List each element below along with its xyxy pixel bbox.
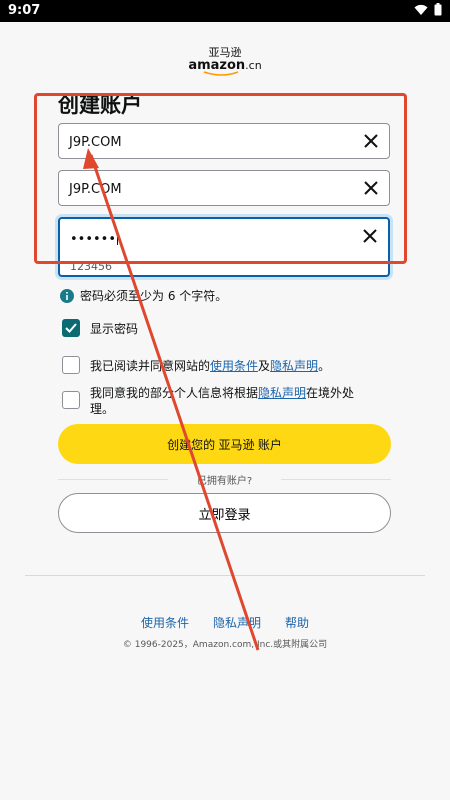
agree-transfer-row[interactable]: 我同意我的部分个人信息将根据隐私声明在境外处理。 <box>62 385 372 417</box>
footer-privacy-link[interactable]: 隐私声明 <box>213 616 261 630</box>
password-field[interactable]: •••••• 123456 <box>58 217 390 277</box>
sign-up-page: 亚马逊 amazon.cn 创建账户 J9P.COM J9P.COM •••••… <box>0 22 450 800</box>
footer-terms-link[interactable]: 使用条件 <box>141 616 189 630</box>
privacy-link[interactable]: 隐私声明 <box>258 386 306 400</box>
password-plain-text: 123456 <box>70 260 112 273</box>
divider-line-right <box>281 479 391 480</box>
password-masked: •••••• <box>70 232 117 247</box>
copyright: © 1996-2025，Amazon.com, Inc.或其附属公司 <box>122 640 328 650</box>
agree-transfer-label: 我同意我的部分个人信息将根据隐私声明在境外处理。 <box>90 385 372 417</box>
agree-terms-mid: 及 <box>258 359 271 373</box>
sign-in-button[interactable]: 立即登录 <box>58 493 391 533</box>
agree-terms-checkbox[interactable] <box>62 356 80 374</box>
password-info: 密码必须至少为 6 个字符。 <box>60 287 227 304</box>
agree-terms-label: 我已阅读并同意网站的使用条件及隐私声明。 <box>90 356 330 374</box>
check-icon <box>65 323 77 333</box>
amazon-logo: 亚马逊 amazon.cn <box>185 46 265 76</box>
footer-links: 使用条件 隐私声明 帮助 <box>0 614 450 631</box>
status-time: 9:07 <box>8 3 41 18</box>
status-bar: 9:07 <box>0 0 450 22</box>
agree-transfer-prefix: 我同意我的部分个人信息将根据 <box>90 386 259 400</box>
footer-divider <box>25 575 425 576</box>
name-field-value[interactable]: J9P.COM <box>69 135 122 150</box>
password-info-text: 密码必须至少为 6 个字符。 <box>80 289 228 303</box>
info-icon <box>60 288 74 303</box>
terms-link[interactable]: 使用条件 <box>210 359 258 373</box>
agree-transfer-checkbox[interactable] <box>62 391 80 409</box>
logo-suffix: .cn <box>245 59 262 72</box>
logo-smile-icon <box>203 71 239 76</box>
clear-icon[interactable] <box>361 178 381 198</box>
email-field[interactable]: J9P.COM <box>58 170 390 206</box>
battery-icon <box>434 3 442 16</box>
email-field-value[interactable]: J9P.COM <box>69 182 122 197</box>
show-password-row[interactable]: 显示密码 <box>62 319 138 337</box>
privacy-link[interactable]: 隐私声明 <box>270 359 318 373</box>
name-field[interactable]: J9P.COM <box>58 123 390 159</box>
agree-terms-suffix: 。 <box>318 359 331 373</box>
page-title: 创建账户 <box>58 93 142 117</box>
agree-terms-prefix: 我已阅读并同意网站的 <box>90 359 211 373</box>
clear-icon[interactable] <box>361 131 381 151</box>
status-icons <box>414 3 442 16</box>
show-password-label: 显示密码 <box>90 322 139 336</box>
footer-help-link[interactable]: 帮助 <box>285 616 309 630</box>
show-password-checkbox[interactable] <box>62 319 80 337</box>
agree-terms-row[interactable]: 我已阅读并同意网站的使用条件及隐私声明。 <box>62 356 330 374</box>
clear-icon[interactable] <box>360 226 380 246</box>
wifi-icon <box>414 4 428 15</box>
create-account-button[interactable]: 创建您的 亚马逊 账户 <box>58 424 391 464</box>
password-field-value[interactable]: •••••• <box>70 230 119 247</box>
text-cursor <box>117 230 119 245</box>
